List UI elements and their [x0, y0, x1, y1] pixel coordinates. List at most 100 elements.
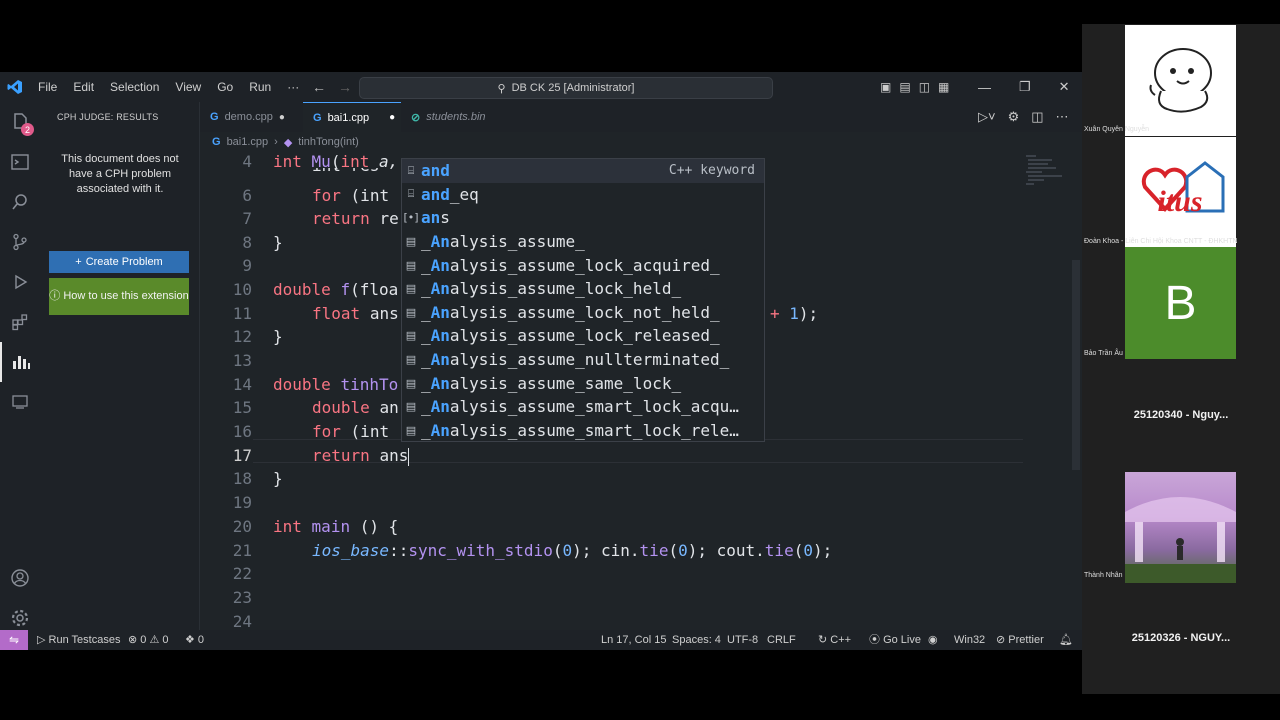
- suggestion-item[interactable]: ▤ _ An alysis_assume_smart_lock_rele…: [402, 419, 764, 443]
- suggestion-item[interactable]: ⌸ and _eq: [402, 183, 764, 207]
- remote-indicator-icon[interactable]: ⇋: [0, 630, 28, 650]
- platform-status[interactable]: Win32: [954, 630, 985, 650]
- extensions-icon[interactable]: [0, 302, 40, 342]
- vertical-scrollbar[interactable]: [1072, 260, 1080, 470]
- participant-video-1[interactable]: [1125, 25, 1236, 136]
- encoding-status[interactable]: UTF-8: [727, 630, 758, 650]
- suggestion-item[interactable]: ▤ _ An alysis_assume_lock_not_held_: [402, 301, 764, 325]
- line-number: 20: [232, 517, 252, 536]
- line-number: 18: [232, 469, 252, 488]
- macro-icon: ▤: [405, 258, 417, 272]
- breadcrumb-symbol[interactable]: tinhTong(int): [298, 136, 359, 148]
- settings-gear-icon[interactable]: ⚙: [1008, 109, 1020, 125]
- modified-dot-icon[interactable]: ●: [389, 112, 395, 123]
- suggestion-prefix: _: [421, 397, 431, 417]
- suggestion-item[interactable]: ⌸ and C++ keyword: [402, 159, 764, 183]
- line-number: 4: [242, 152, 252, 171]
- restore-icon[interactable]: ❐: [1019, 79, 1031, 95]
- terminal-icon[interactable]: [0, 142, 40, 182]
- title-bar: File Edit Selection View Go Run ··· ← → …: [0, 72, 1082, 102]
- ports-count: 0: [197, 634, 205, 646]
- participant-name: Thành Nhân: [1084, 572, 1123, 579]
- autocomplete-suggest-widget[interactable]: ⌸ and C++ keyword ⌸ and _eq [•] an s ▤ _ An alysis_a…: [401, 158, 765, 442]
- modified-dot-icon[interactable]: ●: [279, 112, 285, 123]
- line-number: 11: [232, 304, 252, 323]
- suggestion-item[interactable]: ▤ _ An alysis_assume_nullterminated_: [402, 348, 764, 372]
- run-debug-icon[interactable]: [0, 262, 40, 302]
- menu-selection[interactable]: Selection: [102, 72, 167, 102]
- meme-avatar-icon: [1149, 48, 1212, 113]
- menu-view[interactable]: View: [167, 72, 209, 102]
- toggle-panel-icon[interactable]: ▤: [899, 80, 910, 94]
- back-arrow-icon[interactable]: ←: [312, 79, 326, 95]
- stage-photo-icon: [1125, 497, 1236, 583]
- suggestion-rest: alysis_assume_smart_lock_acqu…: [449, 397, 739, 417]
- suggestion-item[interactable]: ▤ _ An alysis_assume_lock_held_: [402, 277, 764, 301]
- line-number: 8: [242, 233, 252, 252]
- macro-icon: ▤: [405, 235, 417, 249]
- suggestion-item[interactable]: ▤ _ An alysis_assume_: [402, 230, 764, 254]
- macro-icon: ▤: [405, 376, 417, 390]
- question-icon: ⓘ: [49, 290, 64, 302]
- customize-layout-icon[interactable]: ▦: [938, 80, 949, 94]
- menu-file[interactable]: File: [30, 72, 65, 102]
- suggestion-item[interactable]: [•] an s: [402, 206, 764, 230]
- toggle-primary-sidebar-icon[interactable]: ▣: [880, 80, 891, 94]
- suggestion-rest: alysis_assume_same_lock_: [449, 373, 682, 393]
- participant-video-5[interactable]: [1125, 472, 1236, 583]
- menu-more[interactable]: ···: [279, 72, 307, 102]
- participant-label[interactable]: 25120326 - NGUY...: [1082, 632, 1280, 644]
- warning-count: 0: [162, 634, 169, 646]
- suggestion-prefix: _: [421, 302, 431, 322]
- minimap[interactable]: [1022, 152, 1072, 212]
- help-button[interactable]: ⓘ How to use this extension: [49, 278, 189, 315]
- suggestion-item[interactable]: ▤ _ An alysis_assume_lock_acquired_: [402, 253, 764, 277]
- eol-status[interactable]: CRLF: [767, 630, 796, 650]
- menu-go[interactable]: Go: [209, 72, 241, 102]
- ports-status[interactable]: ❖ 0: [185, 630, 204, 650]
- run-testcases-button[interactable]: ▷ Run Testcases: [37, 630, 120, 650]
- split-editor-icon[interactable]: ◫: [1031, 109, 1043, 125]
- more-actions-icon[interactable]: ⋯: [1056, 109, 1069, 125]
- close-icon[interactable]: ✕: [1059, 79, 1070, 95]
- prettier-status[interactable]: ⊘ Prettier: [996, 630, 1044, 650]
- create-problem-button[interactable]: + Create Problem: [49, 251, 189, 273]
- minimize-icon[interactable]: —: [978, 80, 991, 95]
- suggestion-item[interactable]: ▤ _ An alysis_assume_same_lock_: [402, 371, 764, 395]
- account-icon[interactable]: [0, 558, 40, 598]
- search-sidebar-icon[interactable]: [0, 182, 40, 222]
- suggestion-match: An: [430, 232, 450, 252]
- participant-label[interactable]: 25120340 - Nguy...: [1082, 409, 1280, 421]
- code-line-15: double an: [312, 398, 399, 417]
- participant-video-3[interactable]: B: [1125, 247, 1236, 359]
- menu-edit[interactable]: Edit: [65, 72, 102, 102]
- search-icon: ⚲: [497, 82, 506, 95]
- participant-video-2[interactable]: itus: [1125, 137, 1236, 247]
- menu-run[interactable]: Run: [241, 72, 279, 102]
- tab-demo-cpp[interactable]: G demo.cpp ●: [200, 102, 303, 132]
- language-mode[interactable]: ↻ C++: [818, 630, 851, 650]
- notifications-bell-icon[interactable]: 🔔︎: [1059, 630, 1073, 650]
- command-center[interactable]: ⚲ DB CK 25 [Administrator]: [359, 77, 773, 99]
- remote-explorer-icon[interactable]: [0, 382, 40, 422]
- go-live-button[interactable]: ⦿ Go Live: [869, 630, 921, 650]
- explorer-icon[interactable]: 2: [0, 102, 40, 142]
- prettier-label: Prettier: [1008, 634, 1044, 646]
- cph-judge-icon[interactable]: [0, 342, 40, 382]
- breadcrumb-file[interactable]: bai1.cpp: [227, 136, 269, 148]
- toggle-secondary-sidebar-icon[interactable]: ◫: [919, 80, 930, 94]
- source-control-icon[interactable]: [0, 222, 40, 262]
- suggestion-item[interactable]: ▤ _ An alysis_assume_smart_lock_acqu…: [402, 395, 764, 419]
- problems-status[interactable]: ⊗ 0 ⚠ 0: [128, 630, 169, 650]
- code-line-7: return re: [312, 209, 399, 228]
- cursor-position[interactable]: Ln 17, Col 15: [601, 630, 666, 650]
- copilot-icon[interactable]: ◉: [928, 630, 938, 650]
- run-code-icon[interactable]: ▷˅: [978, 109, 996, 125]
- suggestion-prefix: _: [421, 255, 431, 275]
- forward-arrow-icon[interactable]: →: [338, 79, 352, 95]
- indentation-status[interactable]: Spaces: 4: [672, 630, 721, 650]
- line-number: 19: [232, 493, 252, 512]
- tab-bai1-cpp[interactable]: G bai1.cpp ●: [303, 102, 401, 132]
- suggestion-item[interactable]: ▤ _ An alysis_assume_lock_released_: [402, 324, 764, 348]
- tab-students-bin[interactable]: ⊘ students.bin: [401, 102, 511, 132]
